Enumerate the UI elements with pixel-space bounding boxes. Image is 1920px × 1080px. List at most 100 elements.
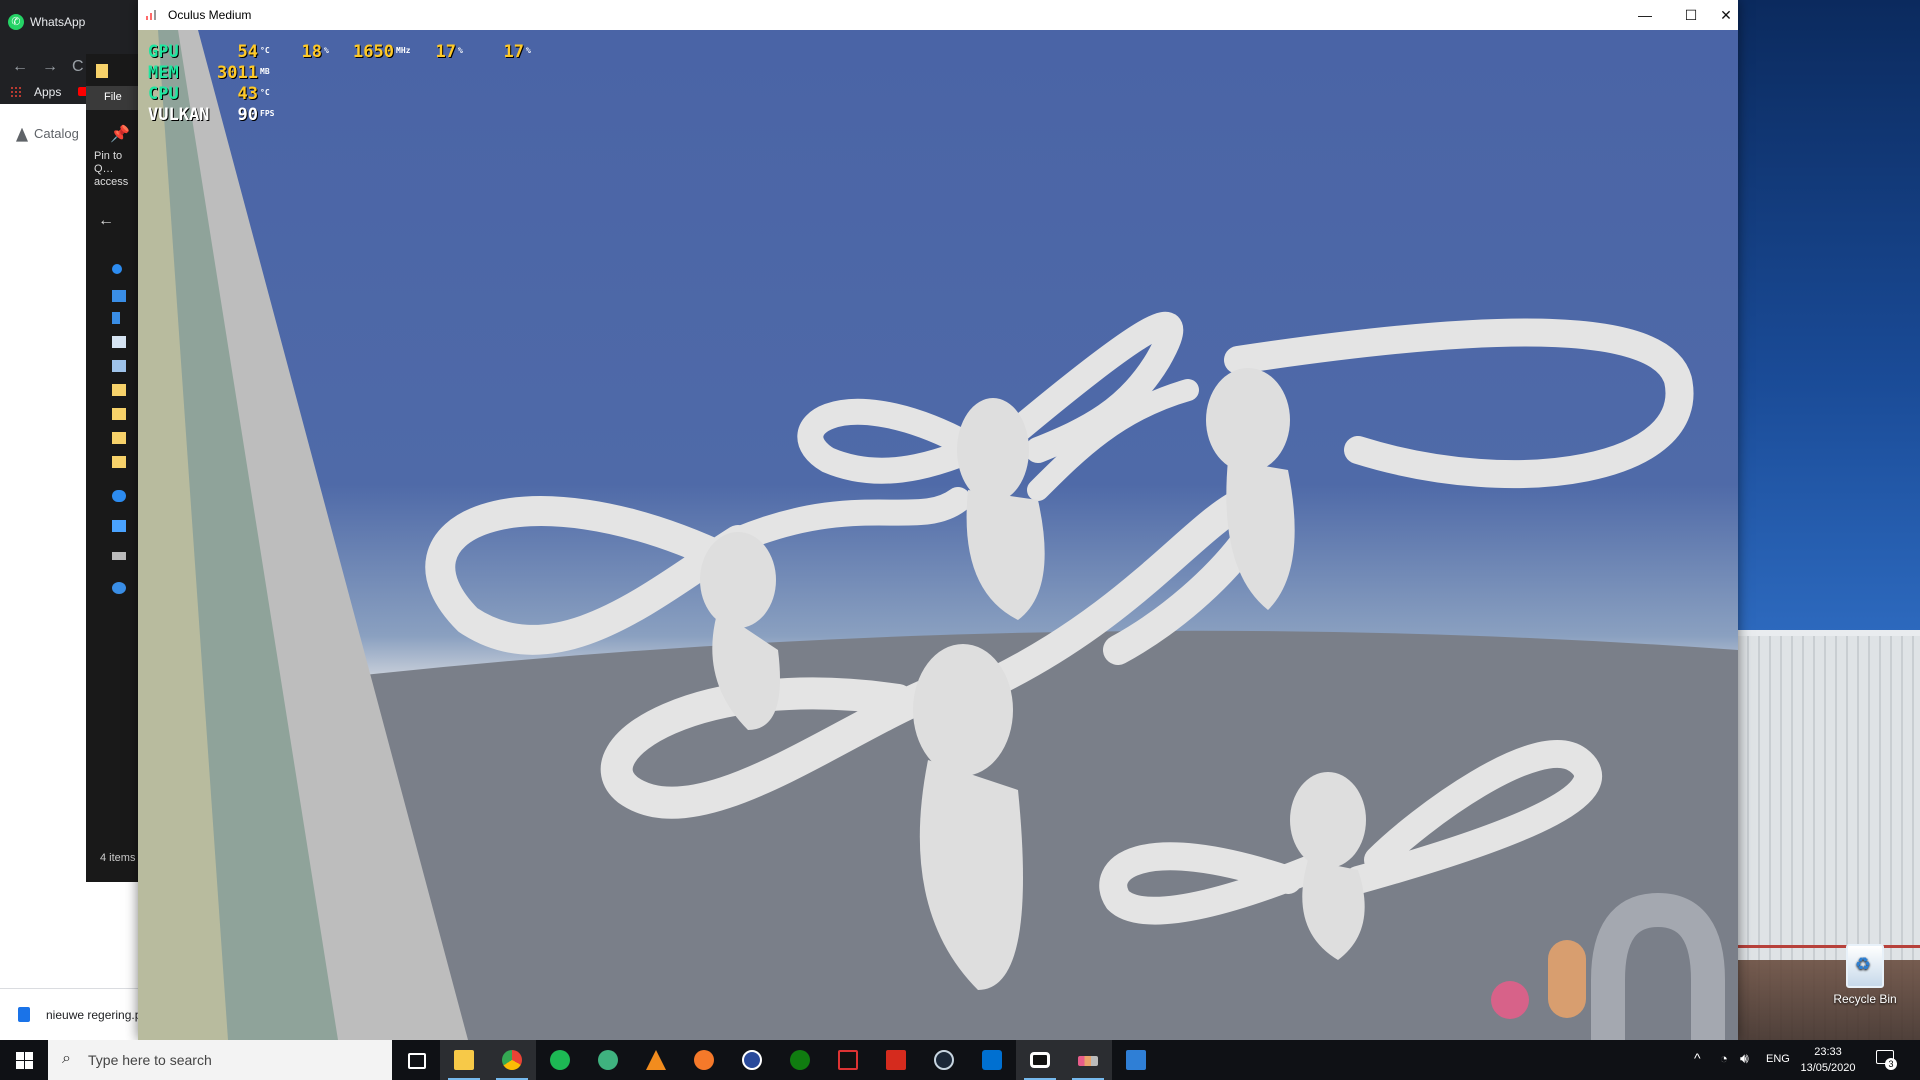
gpu-stat-a: 17 [435,42,456,62]
recycle-bin-label: Recycle Bin [1833,992,1897,1006]
file-explorer-taskbar-icon[interactable] [440,1040,488,1080]
onedrive-icon[interactable] [112,490,126,502]
clock-date: 13/05/2020 [1800,1062,1856,1074]
taskbar: ⌕ Type here to search ^ ◔ 🔊︎ ENG 23:33 1… [0,1040,1920,1080]
sculpt-viewport[interactable]: GPU 54 °C 18 % 1650 MHz 17 % 17 % MEM 30… [138,30,1738,1040]
reload-icon[interactable]: C [72,58,84,76]
recycle-bin-shortcut[interactable]: Recycle Bin [1820,944,1910,1006]
whatsapp-icon: ✆ [8,14,24,30]
mem-label: MEM [148,63,179,83]
perf-row-vulkan: VULKAN 90 FPS [148,105,628,126]
cpu-label: CPU [148,84,179,104]
mem-unit: MB [260,67,270,76]
xbox-taskbar-icon[interactable] [776,1040,824,1080]
sculpt-scene [138,30,1738,1040]
blender-taskbar-icon[interactable] [680,1040,728,1080]
folder-icon-2[interactable] [112,408,126,420]
ryzen-master-taskbar-icon[interactable] [824,1040,872,1080]
downloads-folder-icon[interactable] [112,312,120,324]
fps-value: 90 [237,105,258,125]
gpu-clock: 1650 [353,42,394,62]
spotify-taskbar-icon[interactable] [536,1040,584,1080]
gpu-label: GPU [148,42,179,62]
recycle-bin-icon [1846,944,1884,988]
notification-count: 3 [1885,1058,1897,1070]
document-icon [18,1007,30,1022]
ps-remote-taskbar-icon[interactable] [968,1040,1016,1080]
performance-overlay: GPU 54 °C 18 % 1650 MHz 17 % 17 % MEM 30… [148,42,628,126]
oculus-medium-app-icon [146,8,160,20]
clock-time: 23:33 [1814,1046,1842,1058]
gpu-stat-a-unit: % [458,46,463,55]
drive-icon[interactable] [112,552,126,560]
taskbar-clock[interactable]: 23:33 13/05/2020 [1798,1044,1858,1076]
task-view-button[interactable] [392,1040,440,1080]
perf-row-cpu: CPU 43 °C [148,84,628,105]
file-tab-label: File [104,91,122,103]
this-pc-icon[interactable] [112,520,126,532]
network-icon[interactable] [112,582,126,594]
pictures-folder-icon[interactable] [112,360,126,372]
cpu-unit: °C [260,88,270,97]
medium-titlebar[interactable]: Oculus Medium — ☐ ✕ [138,0,1738,31]
pin-label: Pin to Q… access [94,150,129,188]
perf-row-gpu: GPU 54 °C 18 % 1650 MHz 17 % 17 % [148,42,628,63]
file-explorer-window[interactable]: File 📌 Pin to Q… access ← 4 items [86,54,142,882]
gpu-stat-b: 17 [503,42,524,62]
explorer-status-bar: 4 items [100,852,136,864]
vlc-taskbar-icon[interactable] [632,1040,680,1080]
chrome-taskbar-icon[interactable] [488,1040,536,1080]
search-placeholder: Type here to search [88,1052,212,1068]
bookmark-apps[interactable]: Apps [34,85,61,99]
volume-icon[interactable]: 🔊︎ [1740,1050,1749,1067]
quick-access-star-icon[interactable] [112,264,122,274]
oculus-medium-taskbar-icon[interactable] [1064,1040,1112,1080]
chevron-up-icon[interactable]: ^ [1694,1050,1701,1066]
action-center-button[interactable]: 3 [1876,1048,1898,1070]
folder-icon-1[interactable] [112,384,126,396]
taskbar-search-box[interactable]: ⌕ Type here to search [48,1040,392,1080]
gpu-load-unit: % [324,46,329,55]
download-file-name[interactable]: nieuwe regering.p [46,1008,141,1022]
catalog-label: Catalog [34,126,79,141]
green-app-taskbar-icon[interactable] [584,1040,632,1080]
maximize-button[interactable]: ☐ [1668,0,1714,30]
documents-folder-icon[interactable] [112,336,126,348]
folder-icon-4[interactable] [112,456,126,468]
gpu-temp-unit: °C [260,46,270,55]
oculus-medium-window[interactable]: Oculus Medium — ☐ ✕ GPU 54 °C 18 % 1650 … [138,0,1738,1040]
oculus-taskbar-icon[interactable] [1016,1040,1064,1080]
gpu-load: 18 [301,42,322,62]
vulkan-label: VULKAN [148,105,210,125]
back-arrow-icon[interactable]: ← [12,58,28,76]
cpu-value: 43 [237,84,258,104]
flash-taskbar-icon[interactable] [872,1040,920,1080]
mem-value: 3011 [217,63,258,83]
gpu-stat-b-unit: % [526,46,531,55]
chrome-tab-title: WhatsApp [30,15,86,29]
gpu-clock-unit: MHz [396,46,411,55]
cinema4d-taskbar-icon[interactable] [728,1040,776,1080]
photos-taskbar-icon[interactable] [1112,1040,1160,1080]
fps-unit: FPS [260,109,275,118]
language-indicator[interactable]: ENG [1766,1053,1790,1065]
apps-grid-icon[interactable] [10,86,22,98]
catalog-icon [16,127,28,142]
pin-to-quick-access-button[interactable]: 📌 Pin to Q… access [86,124,142,189]
network-tray-icon[interactable]: ◔ [1720,1051,1728,1066]
steam-taskbar-icon[interactable] [920,1040,968,1080]
quick-access-folder-icon[interactable] [96,64,108,78]
perf-row-mem: MEM 3011 MB [148,63,628,84]
explorer-back-icon[interactable]: ← [98,212,114,230]
close-button[interactable]: ✕ [1714,0,1738,30]
page-catalog-link[interactable]: Catalog [16,126,79,142]
chrome-tab-whatsapp[interactable]: ✆ WhatsApp [8,14,85,30]
window-title: Oculus Medium [168,8,252,22]
forward-arrow-icon[interactable]: → [42,58,58,76]
folder-icon-3[interactable] [112,432,126,444]
minimize-button[interactable]: — [1622,0,1668,30]
ribbon-file-tab[interactable]: File [86,86,142,110]
start-button[interactable] [0,1040,48,1080]
desktop-folder-icon[interactable] [112,290,126,302]
downloads-bar: nieuwe regering.p [0,988,141,1041]
